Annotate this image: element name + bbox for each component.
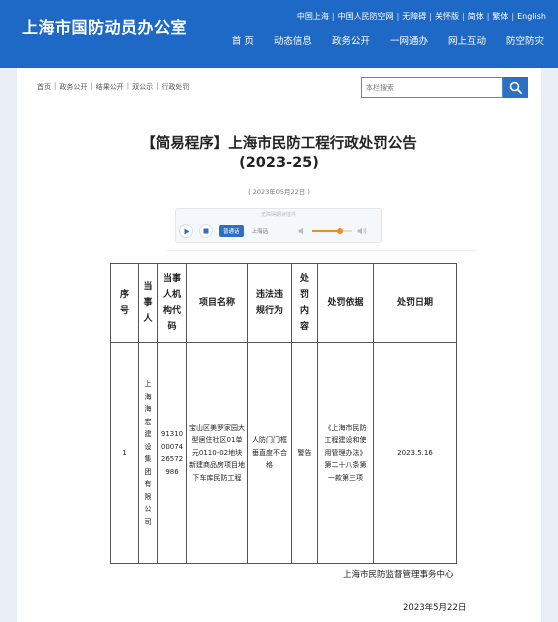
top-links: 中国上海 | 中国人民防空网 | 无障碍 | 关怀版 | 简体 | 繁体 | English	[296, 11, 546, 22]
volume-high-icon[interactable]	[357, 227, 367, 235]
top-link-care-mode[interactable]: 关怀版	[435, 11, 459, 22]
nav-news[interactable]: 动态信息	[264, 33, 322, 47]
nav-air-defense[interactable]: 防空防灾	[496, 33, 554, 47]
search-box	[361, 77, 528, 98]
cell-penalty-basis: 《上海市民防工程建设和使用管理办法》第二十八条第一款第三项	[317, 342, 374, 564]
cell-party: 上海海宏建设集团有限公司	[138, 342, 158, 564]
cell-penalty-date: 2023.5.16	[373, 342, 457, 564]
volume-low-icon[interactable]	[298, 227, 307, 235]
breadcrumb-home[interactable]: 首页	[37, 82, 51, 92]
audio-player: 无障碍朗读插件 普通话 上海话	[175, 208, 382, 243]
header-penalty-basis: 处罚依据	[317, 263, 374, 343]
nav-one-stop-service[interactable]: 一网通办	[380, 33, 438, 47]
breadcrumb-administrative-penalty[interactable]: 行政处罚	[161, 82, 189, 92]
cell-org-code: 91310000742657298​6	[157, 342, 187, 564]
audio-player-label: 无障碍朗读插件	[260, 212, 296, 218]
top-link-civil-air-defense[interactable]: 中国人民防空网	[338, 11, 394, 22]
search-icon	[509, 81, 522, 94]
header-violation: 违法违规行为	[247, 263, 292, 343]
top-link-english[interactable]: English	[517, 12, 546, 21]
top-link-simplified[interactable]: 简体	[468, 11, 484, 22]
site-header: 上海市国防动员办公室 中国上海 | 中国人民防空网 | 无障碍 | 关怀版 | 简体 | …	[0, 0, 558, 68]
penalty-table: 序号 当事人 当事人机构代码 项目名称 违法违规行为 处罚内容 处罚依据 处罚日…	[110, 263, 457, 564]
breadcrumb-results[interactable]: 结果公开	[96, 82, 124, 92]
cell-serial-number: 1	[110, 342, 139, 564]
header-project-name: 项目名称	[186, 263, 248, 343]
main-nav: 首 页 动态信息 政务公开 一网通办 网上互动 防空防灾	[222, 33, 554, 47]
issuing-organization: 上海市民防监督管理事务中心	[343, 570, 454, 580]
volume-knob[interactable]	[337, 228, 344, 234]
header-serial-number: 序号	[110, 263, 139, 343]
nav-interaction[interactable]: 网上互动	[438, 33, 496, 47]
nav-home[interactable]: 首 页	[222, 33, 264, 47]
site-title[interactable]: 上海市国防动员办公室	[22, 14, 187, 38]
cell-project-name: 宝山区美罗家园大型居住社区01单元0110-02地块新建商品房项目地下车库民防工…	[186, 342, 248, 564]
search-button[interactable]	[503, 77, 528, 98]
issue-date: 2023年5月22日	[403, 603, 467, 613]
header-party: 当事人	[138, 263, 158, 343]
breadcrumb-government-affairs[interactable]: 政务公开	[59, 82, 87, 92]
breadcrumb-double-publicity[interactable]: 双公示	[132, 82, 153, 92]
header-penalty-content: 处罚内容	[291, 263, 318, 343]
volume-fill	[312, 230, 341, 232]
article-title: 【简易程序】上海市民防工程行政处罚公告	[141, 136, 417, 152]
stop-icon	[203, 228, 209, 234]
top-link-shanghai[interactable]: 中国上海	[297, 11, 329, 22]
nav-government-affairs[interactable]: 政务公开	[322, 33, 380, 47]
play-button[interactable]	[179, 224, 193, 238]
audio-controls: 普通话 上海话	[179, 221, 378, 241]
content-panel: 首页| 政务公开| 结果公开| 双公示| 行政处罚 【简易程序】上海市民防工程行…	[17, 68, 541, 622]
cell-violation: 人防门门框垂直度不合格	[247, 342, 292, 564]
cell-penalty-content: 警告	[291, 342, 318, 564]
stop-button[interactable]	[199, 224, 213, 238]
article-number: (2023-25)	[239, 155, 319, 171]
search-input[interactable]	[361, 77, 503, 98]
volume-slider[interactable]	[312, 228, 353, 234]
play-icon	[184, 228, 189, 234]
voice-mandarin[interactable]: 普通话	[219, 225, 244, 237]
breadcrumb: 首页 | 政务公开 | 结果公开 | 双公示 | 行政处罚	[37, 82, 190, 92]
voice-shanghainese[interactable]: 上海话	[248, 225, 273, 237]
top-link-accessibility[interactable]: 无障碍	[402, 11, 426, 22]
table-row: 1 上海海宏建设集团有限公司 91310000742657298​6 宝山区美罗…	[110, 342, 457, 564]
header-party-org-code: 当事人机构代码	[157, 263, 187, 343]
page: 上海市国防动员办公室 中国上海 | 中国人民防空网 | 无障碍 | 关怀版 | 简体 | …	[0, 0, 558, 622]
publish-date: ( 2023年05月22日 )	[248, 188, 310, 196]
header-penalty-date: 处罚日期	[373, 263, 457, 343]
table-header-row: 序号 当事人 当事人机构代码 项目名称 违法违规行为 处罚内容 处罚依据 处罚日…	[110, 263, 457, 343]
top-link-traditional[interactable]: 繁体	[492, 11, 508, 22]
divider	[167, 250, 477, 251]
